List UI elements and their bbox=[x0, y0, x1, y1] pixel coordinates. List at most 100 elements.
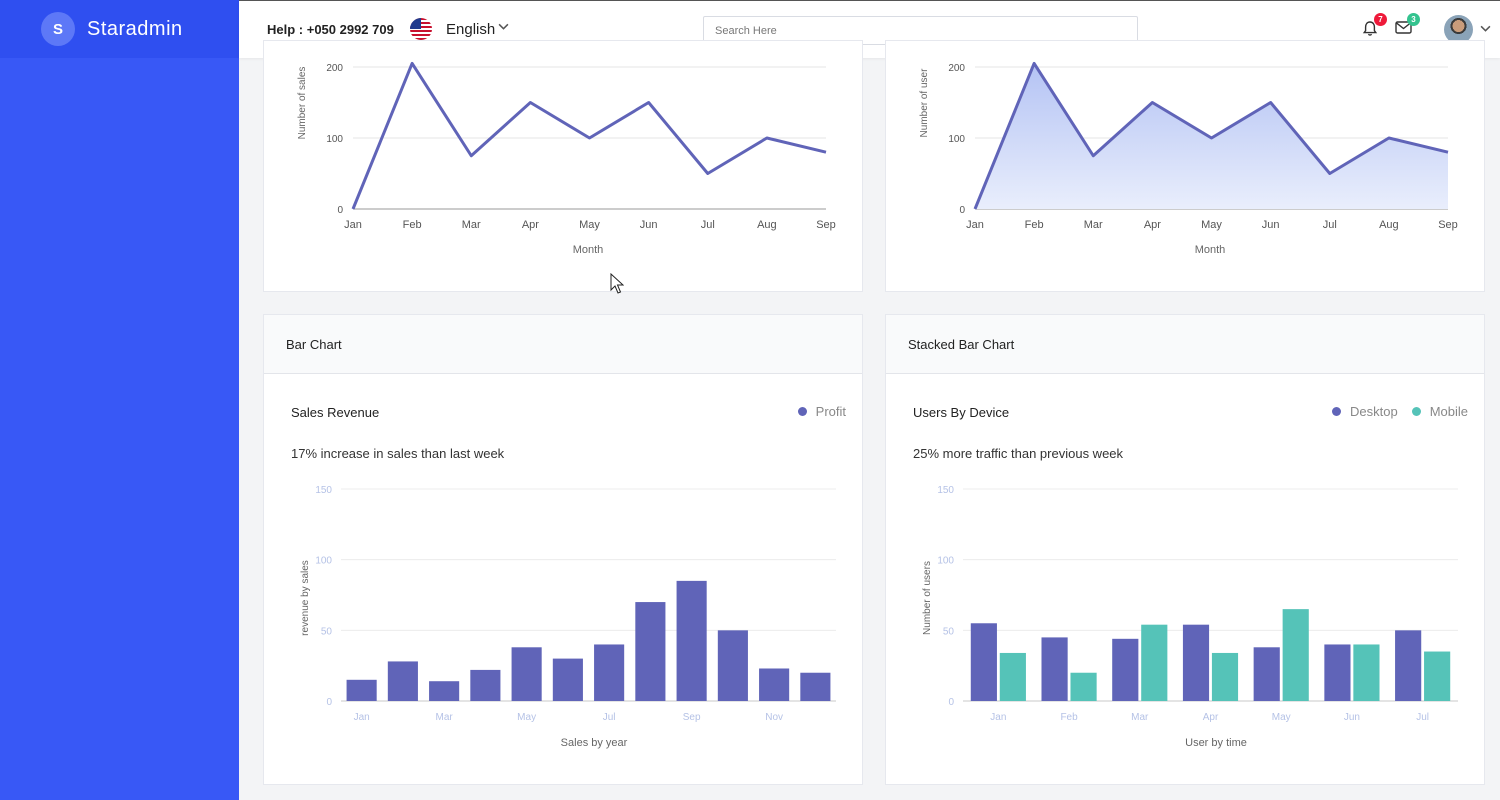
y-tick-label: 150 bbox=[315, 485, 332, 496]
x-tick-label: Jun bbox=[1262, 219, 1280, 231]
y-tick-label: 0 bbox=[326, 697, 332, 708]
bar-mobile bbox=[1424, 651, 1451, 701]
x-tick-label: Jul bbox=[701, 219, 715, 231]
x-tick-label: Apr bbox=[522, 219, 539, 231]
bar bbox=[429, 681, 460, 701]
chevron-down-icon[interactable] bbox=[1480, 23, 1491, 37]
x-tick-label: Jul bbox=[1323, 219, 1337, 231]
y-axis-label: Number of sales bbox=[297, 67, 308, 140]
bar-chart-card: Bar Chart Sales Revenue Profit 17% incre… bbox=[263, 314, 863, 785]
notifications-button[interactable]: 7 bbox=[1362, 13, 1387, 38]
bar bbox=[511, 647, 542, 701]
x-tick-label: Feb bbox=[403, 219, 422, 231]
bar-desktop bbox=[1041, 637, 1068, 701]
x-tick-label: Aug bbox=[757, 219, 777, 231]
x-tick-label: Jan bbox=[344, 219, 362, 231]
y-tick-label: 100 bbox=[937, 556, 954, 567]
bar-chart: Jan Mar May Jul Sep Nov 0 50 100 150 revenue by … bbox=[300, 485, 836, 749]
messages-button[interactable]: 3 bbox=[1395, 13, 1420, 38]
bar-desktop bbox=[970, 623, 997, 701]
line-chart: Jan Feb Mar Apr May Jun Jul Aug Sep 0 100 200 Numb… bbox=[297, 61, 836, 256]
line-series bbox=[351, 61, 827, 210]
messages-badge: 3 bbox=[1407, 13, 1420, 26]
x-axis-label: User by time bbox=[1185, 737, 1247, 749]
x-tick-label: Jan bbox=[966, 219, 984, 231]
bar-desktop bbox=[1395, 630, 1422, 701]
y-axis-label: Number of user bbox=[919, 68, 930, 138]
x-tick-label: May bbox=[1201, 219, 1222, 231]
x-tick-label: Sep bbox=[816, 219, 836, 231]
x-tick-label: Mar bbox=[1131, 712, 1149, 723]
y-axis-label: Number of users bbox=[922, 561, 933, 635]
bar-desktop bbox=[1324, 644, 1351, 701]
bar bbox=[470, 669, 501, 701]
x-tick-label: Mar bbox=[462, 219, 481, 231]
y-tick-label: 150 bbox=[937, 485, 954, 496]
bar-desktop bbox=[1182, 624, 1210, 701]
bar bbox=[676, 580, 707, 701]
bar bbox=[594, 644, 625, 701]
y-tick-label: 0 bbox=[337, 205, 343, 216]
x-axis-label: Month bbox=[573, 244, 604, 256]
y-tick-label: 100 bbox=[948, 134, 965, 145]
bar-desktop bbox=[1253, 647, 1280, 701]
line-chart-card: Jan Feb Mar Apr May Jun Jul Aug Sep 0 100 200 Numb… bbox=[263, 40, 863, 292]
x-tick-label: Jun bbox=[640, 219, 658, 231]
x-tick-label: Feb bbox=[1060, 712, 1078, 723]
x-tick-label: Aug bbox=[1379, 219, 1399, 231]
y-tick-label: 50 bbox=[943, 626, 955, 637]
area-chart-card: Jan Feb Mar Apr May Jun Jul Aug Sep 0 100 200 Numb… bbox=[885, 40, 1485, 292]
bar-mobile bbox=[1211, 652, 1239, 701]
x-tick-label: Apr bbox=[1203, 712, 1219, 723]
y-tick-label: 200 bbox=[948, 63, 965, 74]
bar-mobile bbox=[1070, 672, 1097, 701]
x-tick-label: Sep bbox=[1438, 219, 1458, 231]
x-tick-label: Nov bbox=[765, 712, 783, 723]
bar bbox=[759, 668, 790, 701]
language-selector[interactable]: English bbox=[446, 21, 495, 38]
sidebar bbox=[0, 0, 239, 800]
y-tick-label: 0 bbox=[948, 697, 954, 708]
bar bbox=[552, 658, 583, 701]
notifications-badge: 7 bbox=[1374, 13, 1387, 26]
x-axis-label: Sales by year bbox=[561, 737, 628, 749]
y-axis-label: revenue by sales bbox=[300, 560, 311, 636]
x-tick-label: Jan bbox=[990, 712, 1006, 723]
area-chart: Jan Feb Mar Apr May Jun Jul Aug Sep 0 100 200 Numb… bbox=[919, 61, 1458, 256]
bar-mobile bbox=[1141, 624, 1168, 701]
mouse-cursor-icon bbox=[610, 273, 624, 294]
stacked-bar-chart: Jan Feb Mar Apr May Jun Jul 0 50 100 150 Number o… bbox=[922, 485, 1458, 749]
x-tick-label: May bbox=[517, 712, 536, 723]
bar-desktop bbox=[1112, 638, 1139, 701]
x-tick-label: Mar bbox=[1084, 219, 1103, 231]
bar-mobile bbox=[1353, 644, 1380, 701]
x-tick-label: Apr bbox=[1144, 219, 1161, 231]
bar bbox=[800, 672, 831, 701]
x-tick-label: May bbox=[579, 219, 600, 231]
bar bbox=[717, 630, 748, 701]
x-tick-label: Jul bbox=[1416, 712, 1429, 723]
area-fill bbox=[975, 63, 1448, 210]
chevron-down-icon[interactable] bbox=[498, 21, 509, 35]
x-tick-label: Jun bbox=[1344, 712, 1360, 723]
x-tick-label: May bbox=[1272, 712, 1291, 723]
y-tick-label: 100 bbox=[315, 556, 332, 567]
bar bbox=[387, 661, 418, 701]
us-flag-icon[interactable] bbox=[410, 18, 432, 40]
stacked-bar-chart-card: Stacked Bar Chart Users By Device Deskto… bbox=[885, 314, 1485, 785]
brand-bar[interactable]: S Staradmin bbox=[0, 0, 239, 58]
x-tick-label: Jan bbox=[354, 712, 370, 723]
x-tick-label: Feb bbox=[1025, 219, 1044, 231]
brand-name: Staradmin bbox=[87, 17, 183, 40]
brand-logo: S bbox=[41, 12, 75, 46]
bar bbox=[635, 602, 666, 701]
x-tick-label: Mar bbox=[436, 712, 454, 723]
bar bbox=[346, 679, 377, 701]
bar-mobile bbox=[1282, 609, 1309, 701]
y-tick-label: 0 bbox=[959, 205, 965, 216]
y-tick-label: 100 bbox=[326, 134, 343, 145]
x-axis-label: Month bbox=[1195, 244, 1226, 256]
help-phone: Help : +050 2992 709 bbox=[267, 22, 394, 37]
bar-mobile bbox=[999, 652, 1026, 701]
y-tick-label: 200 bbox=[326, 63, 343, 74]
